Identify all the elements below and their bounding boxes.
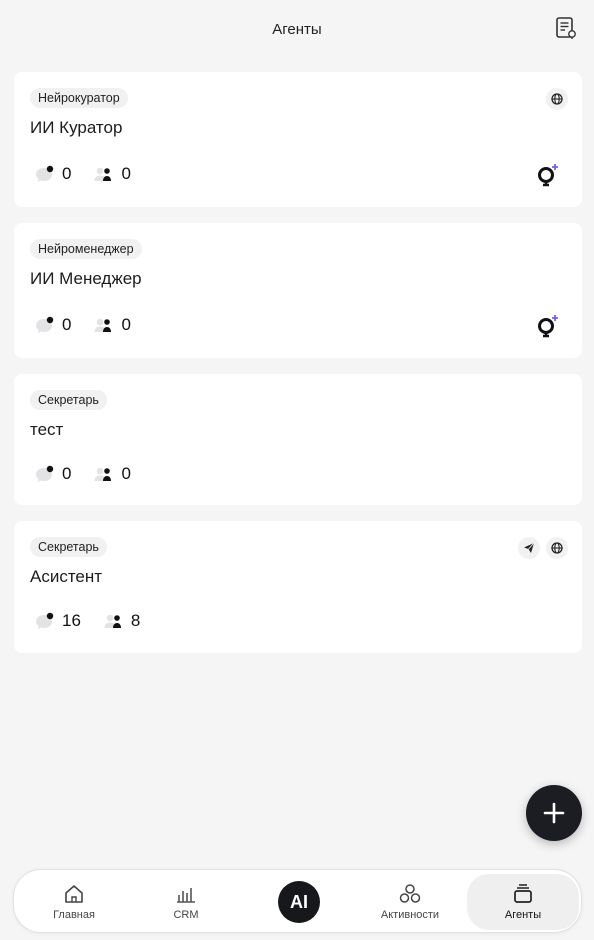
agent-name: ИИ Менеджер	[30, 269, 142, 288]
users-stat: 0	[93, 315, 131, 335]
chat-bubble-icon	[36, 612, 54, 629]
notebook-icon[interactable]	[554, 15, 578, 41]
users-stat: 0	[93, 164, 131, 184]
ai-brain-icon[interactable]	[536, 313, 562, 339]
agent-card[interactable]: Нейрокуратор ИИ Куратор 0 0	[14, 72, 582, 207]
nav-agents-label: Агенты	[504, 909, 542, 921]
agent-name: ИИ Куратор	[30, 118, 123, 137]
users-count: 0	[121, 315, 131, 334]
users-icon	[94, 318, 112, 332]
agent-card[interactable]: Нейроменеджер ИИ Менеджер 0 0	[14, 223, 582, 358]
chats-stat: 16	[34, 611, 81, 631]
nav-home[interactable]: Главная	[18, 874, 130, 930]
nav-crm[interactable]: CRM	[130, 874, 242, 930]
telegram-icon	[518, 537, 540, 559]
users-count: 0	[121, 164, 131, 183]
chats-stat: 0	[34, 315, 71, 335]
page-title: Агенты	[272, 20, 322, 38]
home-icon	[65, 885, 83, 903]
add-agent-button[interactable]	[526, 785, 582, 841]
activities-icon	[399, 884, 421, 903]
agent-name: Асистент	[30, 567, 103, 586]
chats-stat: 0	[34, 164, 71, 184]
bar-chart-icon	[177, 888, 195, 903]
agent-type-badge: Секретарь	[30, 537, 107, 557]
plus-icon	[543, 802, 565, 824]
nav-crm-label: CRM	[173, 909, 199, 921]
chat-bubble-icon	[36, 165, 54, 182]
chats-count: 0	[62, 315, 72, 334]
nav-home-label: Главная	[53, 909, 95, 921]
nav-agents[interactable]: Агенты	[467, 874, 579, 930]
users-icon	[94, 167, 112, 181]
top-bar: Агенты	[0, 0, 594, 58]
chat-bubble-icon	[36, 316, 54, 333]
users-count: 0	[121, 464, 131, 483]
chats-count: 0	[62, 164, 72, 183]
chats-count: 0	[62, 464, 72, 483]
chats-count: 16	[62, 611, 81, 630]
agent-card[interactable]: Секретарь тест 0 0	[14, 374, 582, 505]
ai-brain-icon[interactable]	[536, 162, 562, 188]
nav-activities[interactable]: Активности	[354, 874, 466, 930]
users-stat: 8	[103, 611, 140, 631]
users-icon	[104, 614, 121, 628]
users-count: 8	[130, 611, 141, 630]
chat-bubble-icon	[36, 465, 54, 482]
globe-icon	[546, 537, 568, 559]
agent-type-badge: Нейроменеджер	[30, 239, 142, 259]
nav-activities-label: Активности	[380, 909, 440, 921]
agent-name: тест	[30, 420, 64, 439]
nav-ai-button[interactable]: AI	[278, 881, 320, 923]
agent-type-badge: Нейрокуратор	[30, 88, 128, 108]
users-icon	[94, 467, 112, 481]
agent-type-badge: Секретарь	[30, 390, 107, 410]
stack-icon	[514, 884, 532, 903]
bottom-navigation: Главная CRM AI Активности Агенты	[13, 869, 582, 933]
chats-stat: 0	[34, 464, 71, 484]
globe-icon	[546, 88, 568, 110]
users-stat: 0	[93, 464, 131, 484]
agent-card[interactable]: Секретарь Асистент 16 8	[14, 521, 582, 653]
